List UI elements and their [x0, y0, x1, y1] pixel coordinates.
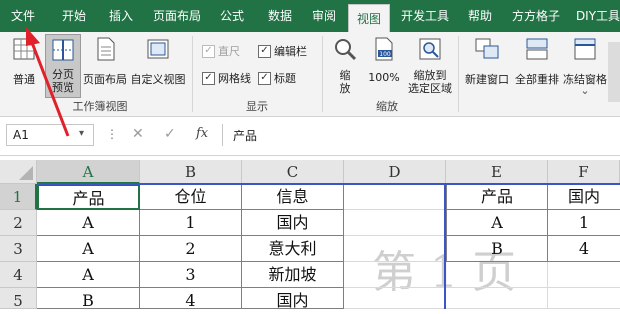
annotation-arrow-icon	[26, 27, 70, 137]
